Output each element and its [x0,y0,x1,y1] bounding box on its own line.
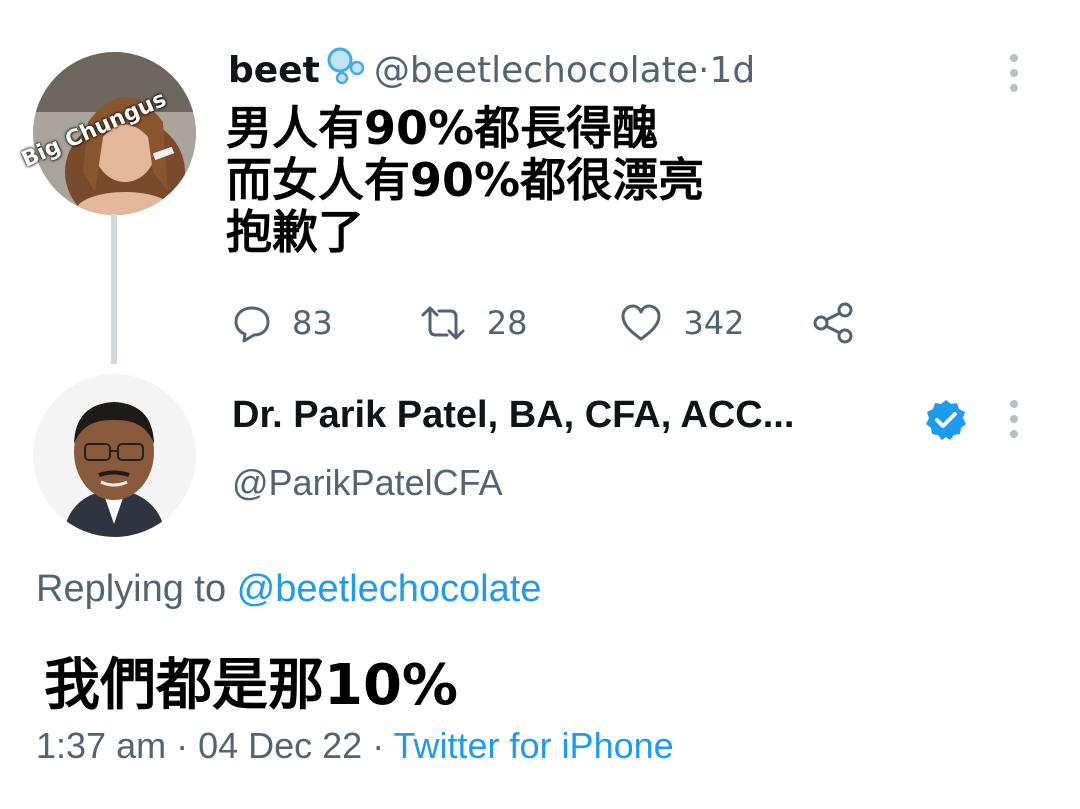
meta-separator: · [362,725,394,766]
tweet2-text: 我們都是那10% [44,653,459,718]
author-handle[interactable]: @beetlechocolate [374,50,698,91]
like-count: 342 [683,304,745,342]
replying-to: Replying to @beetlechocolate [36,568,541,611]
meta-separator: · [166,725,199,766]
share-icon [811,301,855,345]
tweet-text-line: 男人有90%都長得醜 [226,101,659,155]
author-name[interactable]: beet [228,50,320,91]
avatar-parikpatelcfa[interactable] [33,374,196,537]
tweet-source[interactable]: Twitter for iPhone [394,725,674,766]
tweet-metadata: 1:37 am · 04 Dec 22 · Twitter for iPhone [36,725,674,767]
tweet-text-line: 而女人有90%都很漂亮 [226,153,705,207]
tweet1-header: beet @beetlechocolate · 1d [228,40,755,100]
like-button[interactable]: 342 [619,303,745,343]
thread-connector-line [111,214,117,364]
retweet-button[interactable]: 28 [419,303,528,343]
author-handle[interactable]: @ParikPatelCFA [232,462,503,504]
tweet-time[interactable]: 1:37 am [36,725,166,766]
replying-to-mention[interactable]: @beetlechocolate [237,568,542,610]
more-options-icon[interactable] [1009,400,1019,438]
retweet-icon [419,303,467,343]
replying-prefix: Replying to [36,568,237,610]
tweet-text-line: 抱歉了 [226,205,364,259]
avatar-photo [33,374,196,537]
tweet-date[interactable]: 04 Dec 22 [198,725,362,766]
reply-count: 83 [292,304,333,342]
reply-button[interactable]: 83 [232,303,333,343]
verified-badge-icon [924,398,968,446]
bubbles-icon [326,46,366,95]
share-button[interactable] [811,301,855,345]
heart-icon [619,303,663,343]
meta-separator: · [698,49,710,91]
tweet1-text: 男人有90%都長得醜 而女人有90%都很漂亮 抱歉了 [226,102,866,258]
tweet-age[interactable]: 1d [709,50,755,91]
more-options-icon[interactable] [1009,54,1019,92]
retweet-count: 28 [486,304,528,342]
author-name[interactable]: Dr. Parik Patel, BA, CFA, ACC... [232,394,794,437]
reply-icon [232,303,272,343]
tweet1-actions: 83 28 342 [232,298,855,348]
